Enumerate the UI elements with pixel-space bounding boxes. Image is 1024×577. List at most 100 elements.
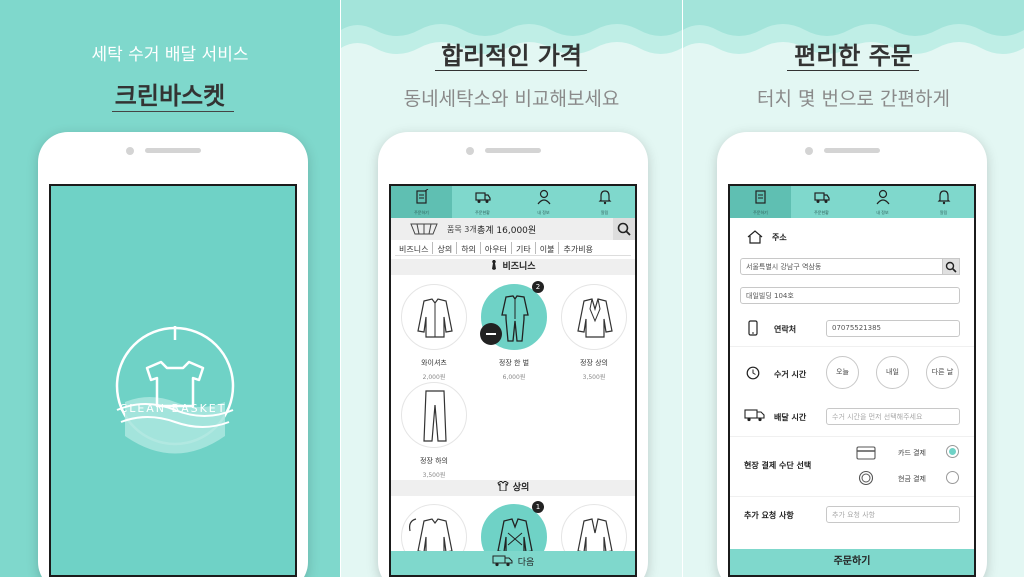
category-business[interactable]: 비즈니스 xyxy=(395,242,434,254)
credit-card-icon xyxy=(856,446,876,460)
item-suit-pants[interactable]: 정장 하의 3,500원 xyxy=(399,382,469,479)
tab-label: 주문하기 xyxy=(753,210,768,215)
user-icon xyxy=(537,189,550,205)
logo-wordmark: CLEAN BASKET xyxy=(119,402,227,415)
pants-icon xyxy=(423,390,447,442)
title-underline xyxy=(112,111,234,112)
pickup-label: 수거 시간 xyxy=(774,370,807,379)
tab-alerts[interactable]: 알림 xyxy=(574,186,635,218)
truck-icon xyxy=(744,409,765,422)
intro-subtitle: 세탁 수거 배달 서비스 xyxy=(91,45,249,65)
category-extra[interactable]: 추가비용 xyxy=(559,242,596,254)
camera-dot xyxy=(126,147,134,155)
tab-order[interactable]: 주문하기 xyxy=(391,186,452,218)
price-title: 합리적인 가격 xyxy=(441,42,582,70)
item-name: 와이셔츠 xyxy=(421,359,447,367)
tab-label: 내 정보 xyxy=(537,210,550,215)
category-tops[interactable]: 상의 xyxy=(433,242,458,254)
divider xyxy=(730,496,974,497)
item-name: 정장 한 벌 xyxy=(498,359,530,367)
order-icon xyxy=(415,189,428,204)
truck-icon xyxy=(474,192,491,203)
house-icon xyxy=(747,230,763,244)
tab-label: 내 정보 xyxy=(876,210,889,215)
section-tops: 상의 xyxy=(391,480,635,496)
tab-bar: 주문하기 주문현황 내 정보 알림 xyxy=(391,186,635,218)
payment-cash-label: 현금 결제 xyxy=(898,475,926,483)
pickup-tomorrow[interactable]: 내일 xyxy=(876,356,909,389)
item-count: 품목 3개 xyxy=(447,225,477,234)
category-outer[interactable]: 아우터 xyxy=(481,242,513,254)
category-etc[interactable]: 기타 xyxy=(512,242,536,254)
item-suit[interactable]: 2 정장 한 벌 6,000원 xyxy=(479,281,549,381)
item-name: 정장 하의 xyxy=(420,457,448,465)
tab-profile[interactable]: 내 정보 xyxy=(852,186,913,218)
category-bedding[interactable]: 이불 xyxy=(536,242,560,254)
tab-label: 주문현황 xyxy=(475,210,490,215)
tab-status[interactable]: 주문현황 xyxy=(791,186,852,218)
panel-price: 합리적인 가격 동네세탁소와 비교해보세요 주문하기 주문현황 내 정보 알림 … xyxy=(341,0,682,577)
payment-cash-radio[interactable] xyxy=(946,471,959,484)
delivery-input[interactable]: 수거 시간을 먼저 선택해주세요 xyxy=(826,408,960,425)
title-underline xyxy=(435,70,587,71)
coin-icon xyxy=(858,470,874,486)
tab-status[interactable]: 주문현황 xyxy=(452,186,513,218)
tie-icon xyxy=(492,260,497,270)
checkout-screen: 주문하기 주문현황 내 정보 알림 주소 서울특별시 강남구 역삼동 대일빌딩 … xyxy=(728,184,976,577)
tab-profile[interactable]: 내 정보 xyxy=(513,186,574,218)
item-image xyxy=(401,284,467,350)
item-image xyxy=(401,382,467,448)
item-suit-jacket[interactable]: 정장 상의 3,500원 xyxy=(559,284,629,381)
phone-frame: 주문하기 주문현황 내 정보 알림 품목 3개 총계 16,000원 비즈니스 … xyxy=(378,132,648,577)
tab-order[interactable]: 주문하기 xyxy=(730,186,791,218)
clock-icon xyxy=(746,366,760,380)
search-button[interactable] xyxy=(613,218,635,240)
item-price: 2,000원 xyxy=(422,374,446,381)
tab-bar: 주문하기 주문현황 내 정보 알림 xyxy=(730,186,974,218)
tab-label: 주문현황 xyxy=(814,210,829,215)
place-order-button[interactable]: 주문하기 xyxy=(730,549,974,575)
order-subtitle: 터치 몇 번으로 간편하게 xyxy=(757,88,950,110)
address-input[interactable]: 서울특별시 강남구 역삼동 xyxy=(740,258,960,275)
shirt-icon xyxy=(417,298,453,338)
splash-screen: CLEAN BASKET xyxy=(49,184,297,577)
minus-button[interactable] xyxy=(480,323,502,345)
bell-icon xyxy=(598,190,611,205)
bell-icon xyxy=(937,190,950,205)
quantity-badge: 1 xyxy=(532,501,544,513)
tab-label: 알림 xyxy=(600,210,609,215)
next-button[interactable]: 다음 xyxy=(391,551,635,575)
basket-icon xyxy=(410,223,438,235)
panel-intro: 세탁 수거 배달 서비스 크린바스켓 CLEAN BASKET xyxy=(0,0,340,577)
speaker-slot xyxy=(145,148,201,153)
category-tabs: 비즈니스 상의 하의 아우터 기타 이불 추가비용 xyxy=(395,241,631,256)
panel-order: 편리한 주문 터치 몇 번으로 간편하게 주문하기 주문현황 내 정보 알림 주… xyxy=(683,0,1024,577)
camera-dot xyxy=(805,147,813,155)
user-icon xyxy=(876,189,889,205)
price-subtitle: 동네세탁소와 비교해보세요 xyxy=(403,88,620,110)
address-detail-input[interactable]: 대일빌딩 104호 xyxy=(740,287,960,304)
speaker-slot xyxy=(824,148,880,153)
order-icon xyxy=(754,190,766,204)
jacket-icon xyxy=(577,298,613,338)
truck-icon xyxy=(492,555,513,567)
search-icon xyxy=(617,222,631,236)
pickup-other-day[interactable]: 다른 날 xyxy=(926,356,959,389)
truck-icon xyxy=(813,192,830,203)
section-business: 비즈니스 xyxy=(391,259,635,275)
tab-label: 주문하기 xyxy=(414,210,429,215)
delivery-label: 배달 시간 xyxy=(774,413,807,422)
category-bottoms[interactable]: 하의 xyxy=(457,242,481,254)
search-icon xyxy=(945,261,957,273)
order-total: 총계 16,000원 xyxy=(477,226,537,236)
address-search-button[interactable] xyxy=(942,258,960,275)
item-price: 6,000원 xyxy=(502,374,526,381)
camera-dot xyxy=(466,147,474,155)
contact-input[interactable]: 07075521385 xyxy=(826,320,960,337)
payment-card-radio[interactable] xyxy=(946,445,959,458)
request-input[interactable]: 추가 요청 사항 xyxy=(826,506,960,523)
pickup-today[interactable]: 오늘 xyxy=(826,356,859,389)
tab-alerts[interactable]: 알림 xyxy=(913,186,974,218)
payment-label: 현장 결제 수단 선택 xyxy=(744,461,812,470)
item-dress-shirt[interactable]: 와이셔츠 2,000원 xyxy=(399,284,469,381)
